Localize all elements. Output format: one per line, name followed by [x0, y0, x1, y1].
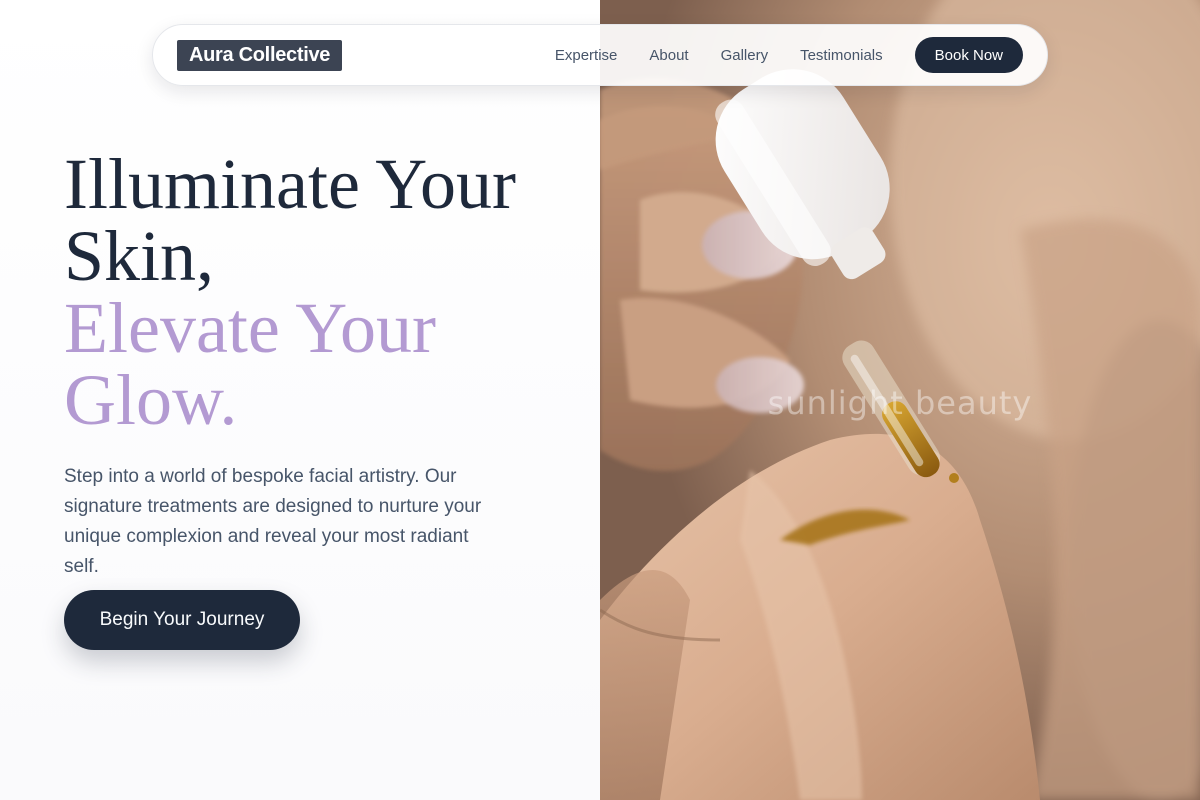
- nav-link-expertise[interactable]: Expertise: [555, 47, 618, 64]
- book-now-button[interactable]: Book Now: [914, 37, 1023, 73]
- nav-link-about[interactable]: About: [649, 47, 688, 64]
- nav-links: Expertise About Gallery Testimonials Boo…: [555, 37, 1023, 73]
- hero-subtitle: Step into a world of bespoke facial arti…: [64, 466, 482, 577]
- nav-link-gallery[interactable]: Gallery: [721, 47, 769, 64]
- brand-logo[interactable]: Aura Collective: [177, 39, 343, 71]
- hero-headline: Illuminate Your Skin, Elevate Your Glow.: [64, 148, 584, 436]
- hero-image: sunlight beauty: [600, 0, 1200, 800]
- begin-journey-button[interactable]: Begin Your Journey: [64, 590, 300, 650]
- image-watermark: sunlight beauty: [767, 384, 1033, 422]
- nav-link-testimonials[interactable]: Testimonials: [800, 47, 883, 64]
- headline-line-2: Elevate Your Glow.: [64, 288, 436, 440]
- headline-line-1: Illuminate Your Skin,: [64, 144, 517, 296]
- top-navigation: Aura Collective Expertise About Gallery …: [152, 24, 1048, 86]
